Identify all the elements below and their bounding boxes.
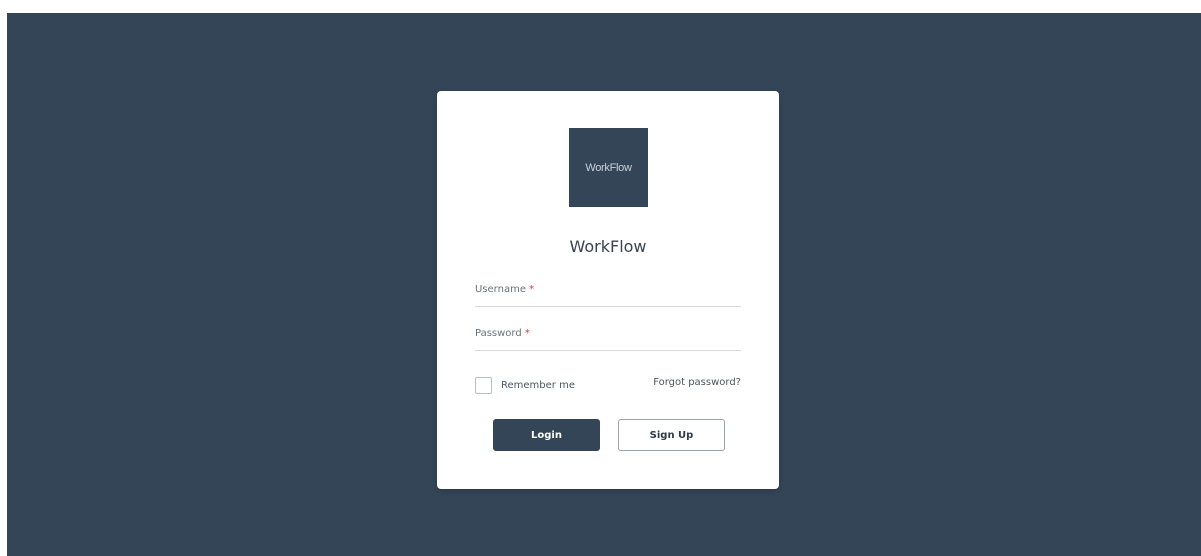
login-button[interactable]: Login	[493, 419, 600, 451]
sign-up-button[interactable]: Sign Up	[618, 419, 725, 451]
remember-me[interactable]: Remember me	[475, 375, 575, 395]
logo-text: WorkFlow	[585, 161, 632, 174]
login-card: WorkFlow WorkFlow Username * Password * …	[437, 91, 779, 489]
forgot-password-link[interactable]: Forgot password?	[653, 377, 741, 388]
username-field[interactable]: Username *	[475, 282, 745, 308]
app-title: WorkFlow	[569, 237, 647, 256]
app-logo: WorkFlow	[569, 128, 648, 207]
remember-me-checkbox[interactable]	[475, 376, 492, 394]
password-input[interactable]	[475, 326, 745, 352]
username-input[interactable]	[475, 282, 745, 308]
password-field[interactable]: Password *	[475, 326, 745, 352]
remember-me-label[interactable]: Remember me	[501, 380, 575, 391]
